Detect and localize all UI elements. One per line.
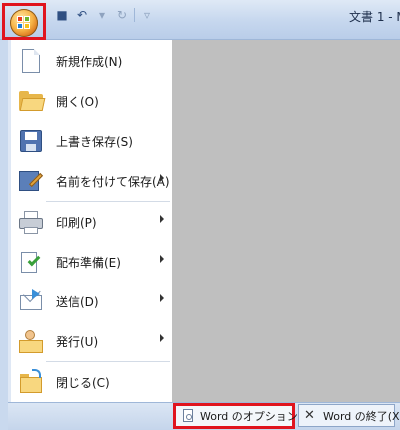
menu-item-label: 名前を付けて保存(A) bbox=[56, 174, 170, 189]
redo-icon[interactable]: ↻ bbox=[114, 7, 130, 23]
close-folder-icon bbox=[18, 369, 44, 395]
menu-item-publish[interactable]: 発行(U) bbox=[12, 321, 170, 361]
submenu-arrow-icon bbox=[160, 174, 164, 182]
menu-item-label: 閉じる(C) bbox=[56, 375, 110, 390]
office-logo-icon bbox=[17, 16, 31, 30]
menu-item-close[interactable]: 閉じる(C) bbox=[12, 362, 170, 402]
quick-access-toolbar: ■ ↶ ▾ ↻ ▿ bbox=[54, 7, 155, 23]
recent-documents-area bbox=[172, 40, 400, 402]
send-icon bbox=[18, 288, 44, 314]
menu-item-label: 新規作成(N) bbox=[56, 54, 123, 69]
menu-item-send[interactable]: 送信(D) bbox=[12, 281, 170, 321]
save-icon[interactable]: ■ bbox=[54, 7, 70, 23]
printer-icon bbox=[18, 209, 44, 235]
menu-gutter bbox=[8, 40, 11, 402]
submenu-arrow-icon bbox=[160, 255, 164, 263]
menu-item-label: 配布準備(E) bbox=[56, 255, 121, 270]
menu-item-prepare[interactable]: 配布準備(E) bbox=[12, 242, 170, 282]
exit-word-button[interactable]: ✕ Word の終了(X) bbox=[298, 404, 400, 427]
menu-item-label: 印刷(P) bbox=[56, 215, 97, 230]
word-options-button[interactable]: Word のオプション(I) bbox=[173, 403, 310, 429]
prepare-icon bbox=[18, 249, 44, 275]
dropdown-icon[interactable]: ▾ bbox=[94, 7, 110, 23]
customize-qat-icon[interactable]: ▿ bbox=[139, 7, 155, 23]
word-options-label: Word のオプション(I) bbox=[200, 410, 310, 423]
menu-item-open[interactable]: 開く(O) bbox=[12, 81, 170, 121]
exit-x-icon: ✕ bbox=[304, 407, 315, 423]
office-button[interactable] bbox=[2, 3, 46, 40]
options-icon bbox=[181, 409, 195, 423]
menu-item-print[interactable]: 印刷(P) bbox=[12, 202, 170, 242]
menu-item-label: 上書き保存(S) bbox=[56, 134, 133, 149]
exit-word-label: Word の終了(X) bbox=[323, 409, 400, 423]
submenu-arrow-icon bbox=[160, 294, 164, 302]
menu-item-save[interactable]: 上書き保存(S) bbox=[12, 121, 170, 161]
menu-item-label: 開く(O) bbox=[56, 94, 99, 109]
menu-item-label: 発行(U) bbox=[56, 334, 99, 349]
save-disk-icon bbox=[18, 128, 44, 154]
title-bar: ■ ↶ ▾ ↻ ▿ 文書 1 - M bbox=[0, 0, 400, 40]
office-orb bbox=[10, 9, 38, 37]
menu-item-save-as[interactable]: 名前を付けて保存(A) bbox=[12, 161, 170, 201]
submenu-arrow-icon bbox=[160, 334, 164, 342]
save-as-icon bbox=[18, 168, 44, 194]
undo-icon[interactable]: ↶ bbox=[74, 7, 90, 23]
menu-item-label: 送信(D) bbox=[56, 294, 99, 309]
submenu-arrow-icon bbox=[160, 215, 164, 223]
menu-item-new[interactable]: 新規作成(N) bbox=[12, 41, 170, 81]
new-document-icon bbox=[18, 48, 44, 74]
qat-separator bbox=[134, 8, 135, 22]
publish-icon bbox=[18, 328, 44, 354]
open-folder-icon bbox=[18, 88, 46, 114]
document-title: 文書 1 - M bbox=[349, 10, 400, 24]
